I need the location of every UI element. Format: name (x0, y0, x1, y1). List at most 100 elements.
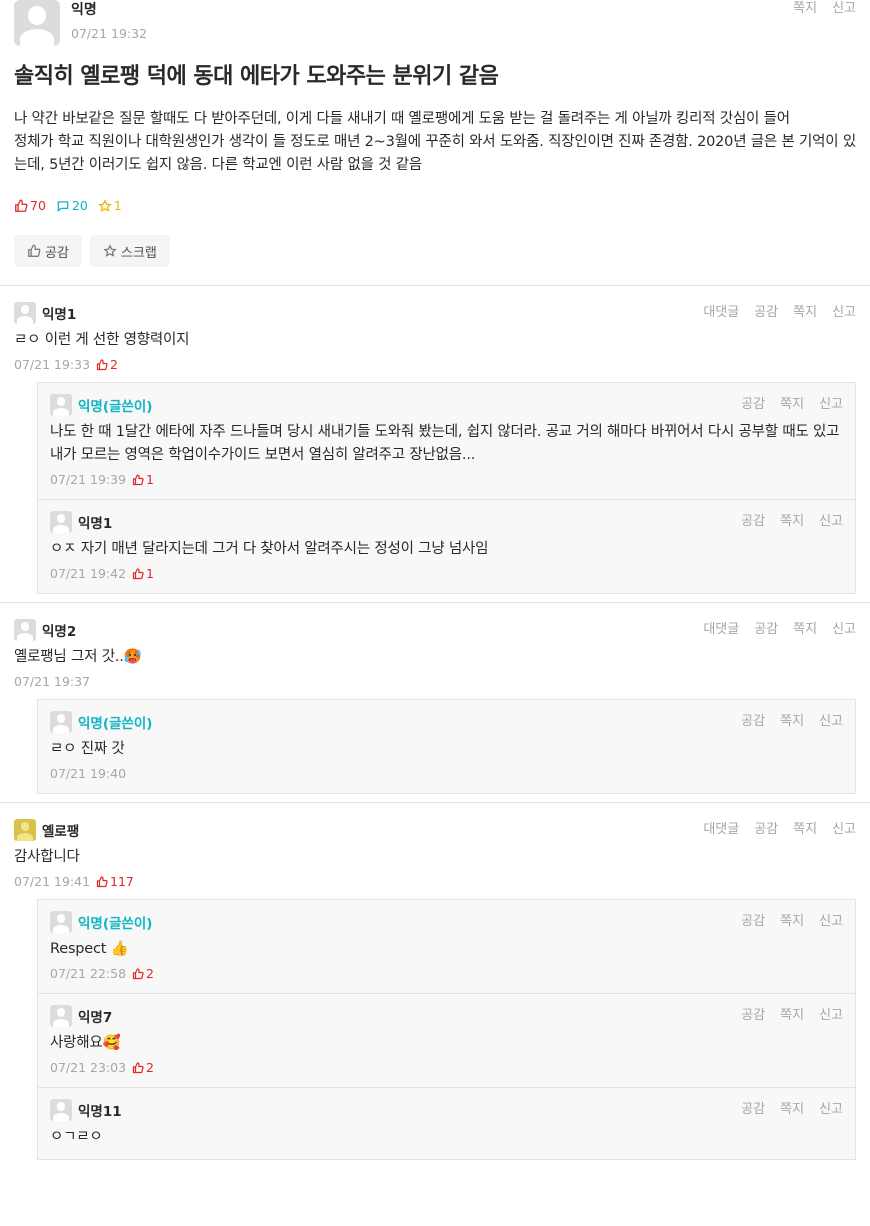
vote-button[interactable]: 공감 (741, 396, 765, 414)
avatar (14, 619, 36, 641)
thumbs-up-icon (132, 474, 144, 486)
report-button[interactable]: 신고 (832, 821, 856, 839)
report-button[interactable]: 신고 (832, 304, 856, 322)
reply-header: 익명11 공감 쪽지 신고 (50, 1099, 843, 1121)
comment: 옐로팽 대댓글 공감 쪽지 신고 감사합니다 07/21 19:41 117 익… (0, 819, 870, 1160)
comment-text: 감사합니다 (14, 849, 80, 865)
avatar (50, 1005, 72, 1027)
post-title: 솔직히 옐로팽 덕에 동대 에타가 도와주는 분위기 같음 (14, 64, 499, 89)
message-button[interactable]: 쪽지 (780, 513, 804, 531)
report-button[interactable]: 신고 (819, 713, 843, 731)
report-button[interactable]: 신고 (819, 913, 843, 931)
post-time: 07/21 19:32 (71, 26, 148, 41)
reply-info: 07/21 23:03 2 (50, 1059, 843, 1077)
reply-time: 07/21 23:03 (50, 1060, 127, 1075)
reply-text: 사랑해요🥰 (50, 1035, 121, 1051)
vote-button[interactable]: 공감 (754, 304, 778, 322)
comment-votes: 2 (96, 356, 118, 374)
message-button[interactable]: 쪽지 (780, 396, 804, 414)
post-buttons: 공감 스크랩 (14, 235, 856, 267)
reply-button[interactable]: 대댓글 (703, 621, 739, 639)
comment-text: 옐로팽님 그저 갓..🥵 (14, 649, 142, 665)
avatar (14, 0, 60, 46)
reply-list: 익명(글쓴이) 공감 쪽지 신고 Respect 👍 07/21 22:58 2… (37, 899, 856, 1160)
post-header: 익명 07/21 19:32 쪽지 신고 (14, 0, 856, 52)
message-button[interactable]: 쪽지 (780, 913, 804, 931)
reply-votes: 1 (132, 471, 154, 489)
report-button[interactable]: 신고 (832, 0, 856, 18)
vote-count: 70 (14, 197, 46, 215)
thumbs-up-icon (96, 359, 108, 371)
reply-votes-value: 2 (146, 966, 154, 981)
comment-text: ㄹㅇ 이런 게 선한 영향력이지 (14, 332, 190, 348)
message-button[interactable]: 쪽지 (793, 0, 817, 18)
message-button[interactable]: 쪽지 (780, 1007, 804, 1025)
thumbs-up-icon (132, 568, 144, 580)
thumbs-up-icon (132, 968, 144, 980)
comment-time: 07/21 19:37 (14, 674, 91, 689)
vote-button[interactable]: 공감 (754, 621, 778, 639)
reply-text: Respect 👍 (50, 941, 129, 957)
comment-actions: 대댓글 공감 쪽지 신고 (703, 304, 856, 322)
avatar (50, 394, 72, 416)
reply-header: 익명(글쓴이) 공감 쪽지 신고 (50, 911, 843, 933)
report-button[interactable]: 신고 (819, 1101, 843, 1119)
vote-button[interactable]: 공감 (754, 821, 778, 839)
avatar (50, 711, 72, 733)
divider (0, 602, 870, 603)
avatar (14, 302, 36, 324)
avatar (50, 911, 72, 933)
post-actions: 쪽지 신고 (793, 0, 856, 18)
thumbs-up-icon (132, 1062, 144, 1074)
comment-info: 07/21 19:33 2 (14, 356, 856, 374)
comment-info: 07/21 19:37 (14, 673, 856, 691)
vote-button[interactable]: 공감 (741, 713, 765, 731)
report-button[interactable]: 신고 (832, 621, 856, 639)
reply-text: ㄹㅇ 진짜 갓 (50, 741, 125, 757)
vote-button[interactable]: 공감 (741, 1101, 765, 1119)
star-icon (98, 199, 112, 212)
reply-list: 익명(글쓴이) 공감 쪽지 신고 나도 한 때 1달간 에타에 자주 드나들며 … (37, 382, 856, 594)
message-button[interactable]: 쪽지 (793, 621, 817, 639)
post: 익명 07/21 19:32 쪽지 신고 솔직히 옐로팽 덕에 동대 에타가 도… (0, 0, 870, 267)
reply-button[interactable]: 대댓글 (703, 821, 739, 839)
comment-nickname: 익명2 (42, 624, 77, 640)
message-button[interactable]: 쪽지 (780, 1101, 804, 1119)
vote-button[interactable]: 공감 (741, 913, 765, 931)
post-content-line: 정체가 학교 직원이나 대학원생인가 생각이 들 정도로 매년 2~3월에 꾸준… (14, 134, 856, 173)
message-button[interactable]: 쪽지 (793, 821, 817, 839)
message-button[interactable]: 쪽지 (793, 304, 817, 322)
comment-votes-value: 117 (110, 874, 134, 889)
vote-button[interactable]: 공감 (741, 1007, 765, 1025)
post-nickname: 익명 (71, 2, 97, 18)
reply-actions: 공감 쪽지 신고 (741, 1007, 843, 1025)
comment-header: 옐로팽 대댓글 공감 쪽지 신고 (14, 819, 856, 841)
reply-votes-value: 1 (146, 566, 154, 581)
thumbs-up-icon (28, 244, 41, 257)
reply-votes-value: 1 (146, 472, 154, 487)
reply: 익명(글쓴이) 공감 쪽지 신고 ㄹㅇ 진짜 갓 07/21 19:40 (38, 700, 855, 793)
message-button[interactable]: 쪽지 (780, 713, 804, 731)
scrap-button[interactable]: 스크랩 (89, 235, 170, 267)
reply-header: 익명1 공감 쪽지 신고 (50, 511, 843, 533)
thumbs-up-icon (96, 876, 108, 888)
reply-votes: 2 (132, 1059, 154, 1077)
report-button[interactable]: 신고 (819, 1007, 843, 1025)
report-button[interactable]: 신고 (819, 396, 843, 414)
comment-header: 익명1 대댓글 공감 쪽지 신고 (14, 302, 856, 324)
reply-info: 07/21 19:42 1 (50, 565, 843, 583)
reply-info: 07/21 19:39 1 (50, 471, 843, 489)
reply-actions: 공감 쪽지 신고 (741, 396, 843, 414)
reply-info: 07/21 19:40 (50, 765, 843, 783)
reply-button[interactable]: 대댓글 (703, 304, 739, 322)
reply-votes: 1 (132, 565, 154, 583)
report-button[interactable]: 신고 (819, 513, 843, 531)
reply-header: 익명7 공감 쪽지 신고 (50, 1005, 843, 1027)
comment-count-value: 20 (71, 198, 88, 213)
vote-button[interactable]: 공감 (14, 235, 82, 267)
vote-button[interactable]: 공감 (741, 513, 765, 531)
scrap-count-value: 1 (113, 198, 122, 213)
reply-text: ㅇㅈ 자기 매년 달라지는데 그거 다 찾아서 알려주시는 정성이 그냥 넘사임 (50, 541, 489, 557)
speech-bubble-icon (57, 201, 69, 213)
post-content-line: 나 약간 바보같은 질문 할때도 다 받아주던데, 이게 다들 새내기 때 옐로… (14, 111, 790, 127)
